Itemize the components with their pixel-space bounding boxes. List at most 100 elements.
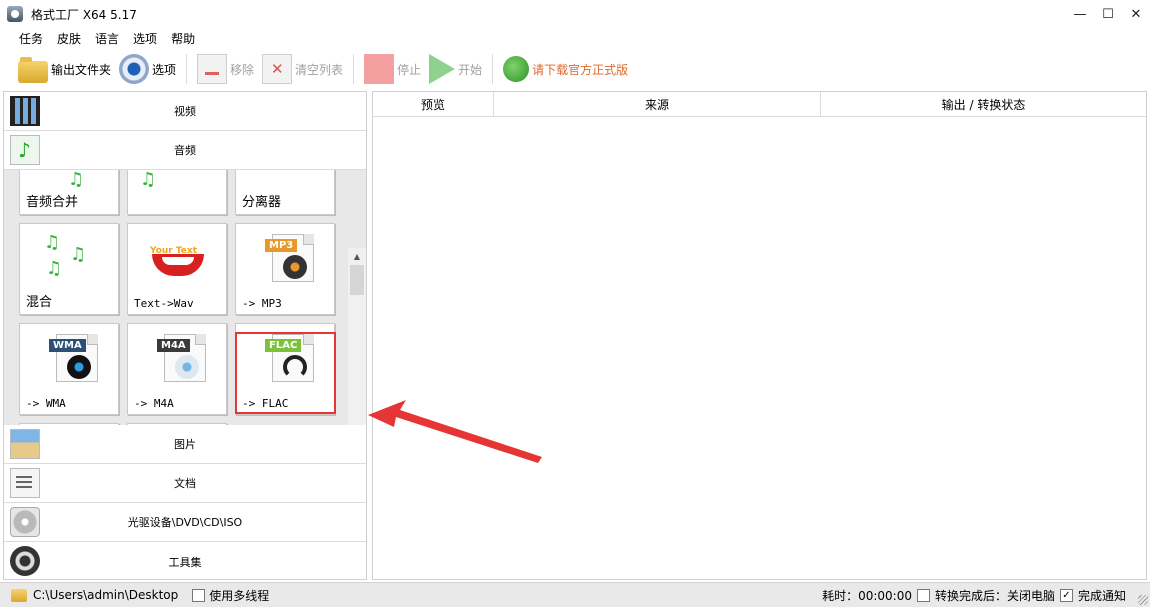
output-folder-label: 输出文件夹 — [51, 62, 112, 77]
toolbar-separator — [353, 54, 355, 84]
music-note-icon: ♫ — [44, 232, 61, 253]
start-button[interactable]: 开始 — [425, 52, 486, 86]
itunes-icon — [175, 355, 199, 379]
toolbar: 输出文件夹 选项 移除 清空列表 停止 开始 请下载官方正式版 — [0, 50, 1150, 88]
stop-button[interactable]: 停止 — [360, 52, 425, 86]
menu-task[interactable]: 任务 — [12, 30, 50, 47]
maximize-button[interactable]: ☐ — [1094, 0, 1122, 28]
category-picture-label: 图片 — [174, 438, 196, 451]
mp3-tag: MP3 — [265, 239, 298, 252]
multithread-checkbox[interactable] — [192, 588, 206, 602]
column-source[interactable]: 来源 — [494, 92, 821, 116]
category-picture[interactable]: 图片 — [4, 425, 366, 464]
audio-tool-grid: ♫ 音频合并 ♫ 分离器 ♫ ♫ ♫ 混合 Your Text Text->Wa… — [4, 170, 366, 425]
download-official-button[interactable]: 请下载官方正式版 — [499, 52, 632, 86]
window-title: 格式工厂 X64 5.17 — [31, 7, 137, 22]
folder-icon — [18, 57, 48, 83]
category-audio-label: 音频 — [174, 144, 196, 157]
category-video[interactable]: 视频 — [4, 92, 366, 131]
window-controls: — ☐ ✕ — [1066, 0, 1150, 28]
video-icon — [10, 96, 40, 126]
category-tools-label: 工具集 — [168, 555, 202, 569]
category-tools[interactable]: 工具集 — [4, 542, 366, 579]
after-complete-checkbox[interactable] — [916, 589, 930, 602]
audio-icon — [10, 135, 40, 165]
remove-button[interactable]: 移除 — [193, 52, 258, 86]
remove-label: 移除 — [230, 62, 255, 77]
menu-options[interactable]: 选项 — [126, 30, 164, 47]
clear-list-label: 清空列表 — [295, 62, 344, 77]
output-folder-button[interactable]: 输出文件夹 — [14, 52, 115, 86]
output-path[interactable]: C:\Users\admin\Desktop — [33, 588, 178, 602]
minimize-button[interactable]: — — [1066, 0, 1094, 28]
category-video-label: 视频 — [174, 105, 196, 118]
start-icon — [429, 54, 456, 84]
notify-checkbox[interactable]: ✓ — [1059, 589, 1073, 602]
highlight-box — [235, 332, 336, 414]
menu-bar: 任务 皮肤 语言 选项 帮助 — [0, 28, 202, 48]
category-audio[interactable]: 音频 — [4, 131, 366, 170]
scroll-up-arrow-icon[interactable]: ▲ — [348, 248, 366, 264]
menu-skin[interactable]: 皮肤 — [50, 30, 88, 47]
menu-language[interactable]: 语言 — [88, 30, 126, 47]
tile-audio-placeholder[interactable]: ♫ — [127, 170, 227, 215]
after-complete-label[interactable]: 转换完成后：关闭电脑 — [935, 587, 1055, 604]
elapsed-time: 耗时：00:00:00 — [822, 589, 912, 603]
wma-tag: WMA — [49, 339, 86, 352]
multithread-option[interactable]: 使用多线程 — [192, 587, 269, 604]
options-label: 选项 — [152, 62, 177, 77]
multithread-label: 使用多线程 — [209, 588, 270, 603]
tile-splitter[interactable]: 分离器 — [235, 170, 335, 215]
close-button[interactable]: ✕ — [1122, 0, 1150, 28]
title-bar: 格式工厂 X64 5.17 — ☐ ✕ — [0, 0, 1150, 28]
tile-text-to-wav[interactable]: Your Text Text->Wav — [127, 223, 227, 315]
app-icon — [7, 6, 23, 22]
toolbar-separator — [492, 54, 494, 84]
file-list[interactable]: 预览 来源 输出 / 转换状态 — [372, 91, 1147, 580]
category-disc-label: 光驱设备\DVD\CD\ISO — [127, 516, 243, 529]
category-document[interactable]: 文档 — [4, 464, 366, 503]
scroll-thumb[interactable] — [350, 265, 364, 295]
document-icon — [10, 468, 40, 498]
music-note-icon: ♫ — [70, 244, 87, 265]
download-official-label: 请下载官方正式版 — [532, 62, 629, 77]
column-output-status[interactable]: 输出 / 转换状态 — [821, 92, 1146, 116]
tile-to-m4a[interactable]: M4A -> M4A — [127, 323, 227, 415]
tile-splitter-label: 分离器 — [242, 195, 282, 210]
file-list-header: 预览 来源 输出 / 转换状态 — [373, 92, 1146, 117]
clear-list-icon — [262, 54, 293, 84]
remove-icon — [197, 54, 228, 84]
column-preview[interactable]: 预览 — [373, 92, 494, 116]
toolbar-separator — [186, 54, 188, 84]
tile-mix-label: 混合 — [26, 295, 53, 310]
music-note-icon: ♫ — [68, 170, 85, 190]
speaker-icon — [283, 255, 307, 279]
resize-grip[interactable] — [1138, 595, 1148, 605]
options-button[interactable]: 选项 — [115, 52, 180, 86]
options-icon — [119, 54, 150, 84]
tile-text-to-wav-label: Text->Wav — [134, 297, 194, 310]
tile-scrollbar[interactable]: ▲ ▼ — [348, 248, 366, 425]
tile-to-mp3-label: -> MP3 — [242, 297, 282, 310]
music-note-icon: ♫ — [140, 170, 157, 190]
clear-list-button[interactable]: 清空列表 — [258, 52, 347, 86]
category-document-label: 文档 — [174, 477, 196, 490]
status-bar: C:\Users\admin\Desktop 使用多线程 耗时：00:00:00… — [0, 582, 1150, 607]
status-right-group: 耗时：00:00:00 转换完成后：关闭电脑 ✓ 完成通知 — [822, 583, 1126, 607]
menu-help[interactable]: 帮助 — [164, 30, 202, 47]
category-disc[interactable]: 光驱设备\DVD\CD\ISO — [4, 503, 366, 542]
folder-icon[interactable] — [11, 588, 27, 602]
stop-label: 停止 — [397, 62, 422, 77]
tile-audio-merge[interactable]: ♫ 音频合并 — [19, 170, 119, 215]
notify-label: 完成通知 — [1077, 589, 1126, 603]
tile-mix[interactable]: ♫ ♫ ♫ 混合 — [19, 223, 119, 315]
mouth-icon — [152, 254, 204, 276]
tile-to-wma[interactable]: WMA -> WMA — [19, 323, 119, 415]
disc-icon — [67, 355, 91, 379]
tile-audio-merge-label: 音频合并 — [26, 195, 79, 210]
tile-to-mp3[interactable]: MP3 -> MP3 — [235, 223, 335, 315]
tile-to-m4a-label: -> M4A — [134, 397, 174, 410]
disc-icon — [10, 507, 40, 537]
tile-to-wma-label: -> WMA — [26, 397, 66, 410]
category-panel: 视频 音频 ♫ 音频合并 ♫ 分离器 ♫ ♫ ♫ 混合 Your Text Te… — [3, 91, 367, 580]
